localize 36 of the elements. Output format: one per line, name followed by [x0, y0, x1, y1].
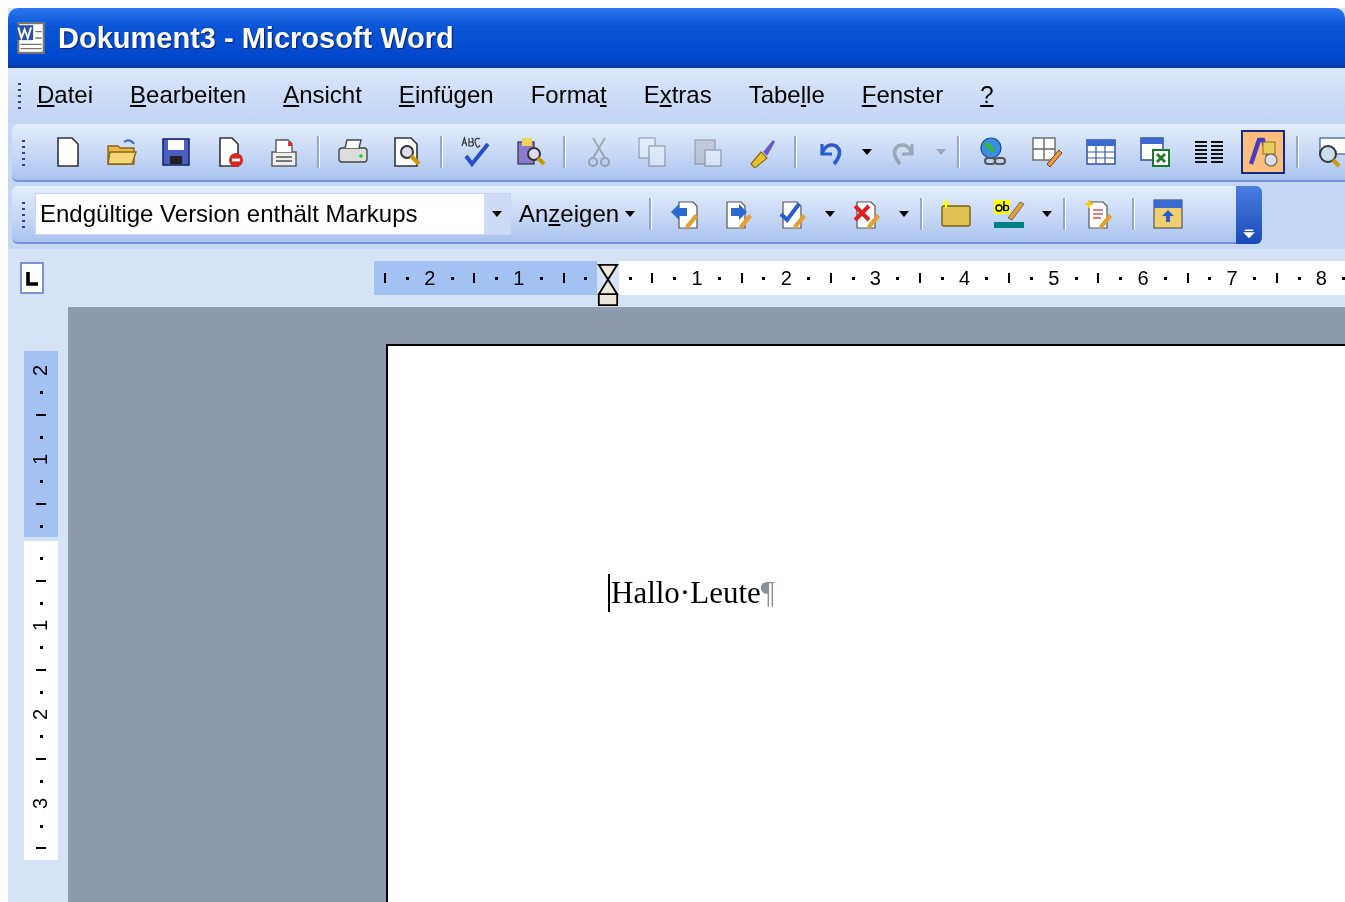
ruler-number: 4	[959, 266, 971, 290]
ruler-number: 1	[691, 266, 703, 290]
show-menu-button[interactable]: Anzeigen	[511, 200, 644, 228]
window-title: Dokument3 - Microsoft Word	[58, 21, 454, 55]
ruler-number: 3	[869, 266, 881, 290]
toolbar-grip[interactable]	[22, 200, 25, 228]
menu-item[interactable]: Fenster	[861, 79, 944, 111]
ruler-number: 1	[29, 619, 53, 631]
tab-selector-button[interactable]	[20, 262, 44, 294]
menu-item[interactable]: Bearbeiten	[130, 79, 247, 111]
document-text: Hallo·Leute	[611, 575, 761, 611]
menu-item[interactable]: Extras	[643, 79, 712, 111]
shapes-icon[interactable]	[1241, 130, 1285, 174]
menu-item[interactable]: Format	[530, 79, 607, 111]
ruler-number: 1	[29, 453, 53, 465]
document-w-icon	[14, 21, 48, 55]
toolbar-grip[interactable]	[18, 81, 21, 109]
ruler-number: 5	[1048, 266, 1060, 290]
paragraph-mark: ¶	[760, 575, 775, 611]
ruler-number: 8	[1315, 266, 1327, 290]
menu-item[interactable]: Datei	[37, 79, 94, 111]
display-mode-dropdown[interactable]: Endgültige Version enthält Markups	[35, 193, 511, 235]
menu-item[interactable]: Ansicht	[283, 79, 362, 111]
ruler-number: 3	[29, 798, 53, 810]
ruler-number: 7	[1226, 266, 1238, 290]
menu-item[interactable]: Einfügen	[398, 79, 494, 111]
ruler-number: 6	[1137, 266, 1149, 290]
toolbar-grip[interactable]	[22, 138, 25, 166]
ruler-number: 2	[29, 709, 53, 721]
ruler-number: 2	[424, 266, 436, 290]
menu-item[interactable]: ?	[980, 79, 994, 111]
toolbar-options-button[interactable]	[1236, 186, 1262, 244]
ruler-number: 2	[780, 266, 792, 290]
ruler-number: 2	[29, 364, 53, 376]
menu-item[interactable]: Tabelle	[748, 79, 825, 111]
ruler-number: 1	[513, 266, 525, 290]
